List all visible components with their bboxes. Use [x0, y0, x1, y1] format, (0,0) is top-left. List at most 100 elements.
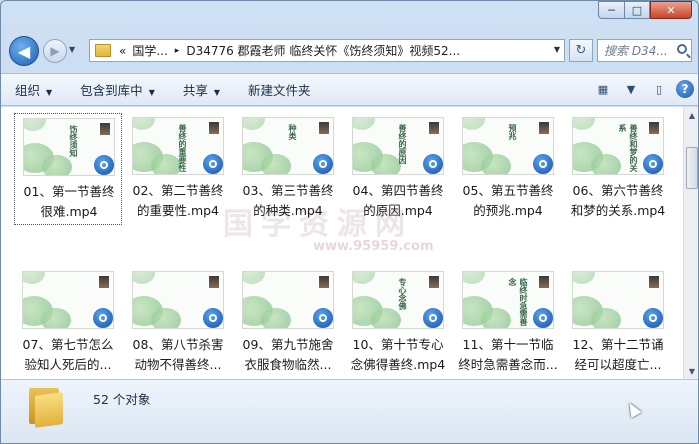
- media-player-icon: [531, 152, 553, 174]
- video-thumbnail: 种类: [242, 117, 334, 175]
- preview-pane-icon[interactable]: ▯: [648, 79, 670, 99]
- folder-icon: [95, 44, 111, 57]
- file-name: 10、第十节专心 念佛得善终.mp4: [350, 337, 446, 372]
- thumbnail-title: 善终和梦的关系: [618, 124, 638, 172]
- vertical-scrollbar[interactable]: ▲ ▼: [683, 107, 698, 379]
- file-item[interactable]: 临终时急需善念 11、第十一节临 终时急需善念而...: [454, 267, 562, 379]
- media-player-icon: [641, 152, 663, 174]
- refresh-button[interactable]: ↻: [569, 39, 593, 62]
- share-button[interactable]: 共享 ▼: [169, 80, 234, 99]
- chevron-down-icon[interactable]: ▼: [554, 45, 560, 54]
- scroll-up-icon[interactable]: ▲: [684, 107, 698, 123]
- help-icon[interactable]: ?: [676, 80, 694, 98]
- watermark-url: www.95959.com: [313, 239, 434, 254]
- chevron-right-icon[interactable]: ▸: [171, 46, 184, 56]
- scroll-down-icon[interactable]: ▼: [684, 363, 698, 379]
- presenter-portrait: [98, 275, 110, 289]
- file-item[interactable]: 09、第九节施舍 衣服食物临然...: [234, 267, 342, 379]
- video-thumbnail: [242, 271, 334, 329]
- minimize-button[interactable]: ─: [598, 1, 624, 19]
- back-button[interactable]: ◀: [9, 36, 39, 66]
- include-in-library-button[interactable]: 包含到库中 ▼: [66, 80, 169, 99]
- file-list: 国学资源网 www.95959.com ▲ ▼ 饬终须知 01、第一节善终 很难.m…: [1, 107, 698, 379]
- media-player-icon: [201, 152, 223, 174]
- search-icon[interactable]: [677, 44, 687, 54]
- file-item[interactable]: 专心念佛 10、第十节专心 念佛得善终.mp4: [344, 267, 452, 379]
- presenter-portrait: [648, 121, 660, 135]
- video-thumbnail: [22, 271, 114, 329]
- file-name: 03、第三节善终 的种类.mp4: [242, 183, 334, 218]
- presenter-portrait: [428, 121, 440, 135]
- caption-buttons: ─ □ ✕: [598, 1, 692, 19]
- video-thumbnail: 善终和梦的关系: [572, 117, 664, 175]
- address-bar[interactable]: « 国学... ▸ D34776 郡霞老师 临终关怀《饬终须知》视频52... …: [89, 39, 565, 62]
- file-name: 11、第十一节临 终时急需善念而...: [458, 337, 558, 372]
- media-player-icon: [531, 306, 553, 328]
- media-player-icon: [311, 306, 333, 328]
- media-player-icon: [92, 153, 114, 175]
- chevron-down-icon[interactable]: ▼: [620, 79, 642, 99]
- media-player-icon: [421, 306, 443, 328]
- file-name: 05、第五节善终 的预兆.mp4: [462, 183, 554, 218]
- file-item[interactable]: 12、第十二节诵 经可以超度亡...: [564, 267, 672, 379]
- media-player-icon: [641, 306, 663, 328]
- forward-button[interactable]: ▶: [43, 39, 67, 63]
- presenter-portrait: [318, 275, 330, 289]
- presenter-portrait: [648, 275, 660, 289]
- address-prefix[interactable]: «: [116, 44, 129, 58]
- media-player-icon: [421, 152, 443, 174]
- video-thumbnail: 预兆: [462, 117, 554, 175]
- file-name: 09、第九节施舍 衣服食物临然...: [242, 337, 334, 372]
- breadcrumb-segment[interactable]: D34776 郡霞老师 临终关怀《饬终须知》视频52...: [183, 42, 463, 59]
- explorer-window: ─ □ ✕ ◀ ▶ ▼ « 国学... ▸ D34776 郡霞老师 临终关怀《饬…: [0, 0, 699, 444]
- file-item[interactable]: 08、第八节杀害 动物不得善终...: [124, 267, 232, 379]
- presenter-portrait: [538, 275, 550, 289]
- thumbnail-title: 善终的重要性: [178, 124, 187, 172]
- file-item[interactable]: 善终的原因 04、第四节善终 的原因.mp4: [344, 113, 452, 225]
- scroll-thumb[interactable]: [686, 147, 698, 189]
- search-placeholder: 搜索 D34...: [604, 44, 668, 58]
- video-thumbnail: [132, 271, 224, 329]
- media-player-icon: [201, 306, 223, 328]
- command-bar: 组织 ▼ 包含到库中 ▼ 共享 ▼ 新建文件夹 ▦ ▼ ▯ ?: [1, 73, 698, 106]
- presenter-portrait: [208, 121, 220, 135]
- file-item[interactable]: 07、第七节怎么 验知人死后的...: [14, 267, 122, 379]
- search-input[interactable]: 搜索 D34...: [597, 39, 692, 62]
- close-button[interactable]: ✕: [650, 1, 692, 19]
- thumbnail-title: 种类: [288, 124, 297, 140]
- breadcrumb-segment[interactable]: 国学...: [129, 42, 170, 59]
- presenter-portrait: [99, 122, 111, 136]
- video-thumbnail: 善终的原因: [352, 117, 444, 175]
- thumbnail-title: 临终时急需善念: [508, 278, 528, 326]
- file-item[interactable]: 善终和梦的关系 06、第六节善终 和梦的关系.mp4: [564, 113, 672, 225]
- file-item[interactable]: 善终的重要性 02、第二节善终 的重要性.mp4: [124, 113, 232, 225]
- media-player-icon: [311, 152, 333, 174]
- mouse-cursor-icon: [624, 399, 642, 419]
- video-thumbnail: 专心念佛: [352, 271, 444, 329]
- file-name: 06、第六节善终 和梦的关系.mp4: [570, 183, 666, 218]
- thumbnail-title: 专心念佛: [398, 278, 407, 310]
- media-player-icon: [91, 306, 113, 328]
- video-thumbnail: 临终时急需善念: [462, 271, 554, 329]
- file-name: 01、第一节善终 很难.mp4: [23, 184, 115, 219]
- file-item[interactable]: 饬终须知 01、第一节善终 很难.mp4: [14, 113, 122, 225]
- file-name: 07、第七节怎么 验知人死后的...: [22, 337, 114, 372]
- view-options-icon[interactable]: ▦: [592, 79, 614, 99]
- details-pane: 52 个对象: [1, 379, 698, 443]
- presenter-portrait: [208, 275, 220, 289]
- video-thumbnail: 饬终须知: [23, 118, 115, 176]
- item-count: 52 个对象: [93, 392, 151, 407]
- file-name: 08、第八节杀害 动物不得善终...: [132, 337, 224, 372]
- navigation-bar: ◀ ▶ ▼ « 国学... ▸ D34776 郡霞老师 临终关怀《饬终须知》视频…: [9, 35, 692, 67]
- new-folder-button[interactable]: 新建文件夹: [234, 80, 325, 99]
- recent-pages-dropdown[interactable]: ▼: [69, 45, 75, 54]
- file-item[interactable]: 预兆 05、第五节善终 的预兆.mp4: [454, 113, 562, 225]
- folder-icon: [29, 386, 63, 428]
- file-name: 02、第二节善终 的重要性.mp4: [132, 183, 224, 218]
- presenter-portrait: [538, 121, 550, 135]
- file-name: 04、第四节善终 的原因.mp4: [352, 183, 444, 218]
- organize-button[interactable]: 组织 ▼: [1, 80, 66, 99]
- file-name: 12、第十二节诵 经可以超度亡...: [572, 337, 664, 372]
- file-item[interactable]: 种类 03、第三节善终 的种类.mp4: [234, 113, 342, 225]
- maximize-button[interactable]: □: [624, 1, 650, 19]
